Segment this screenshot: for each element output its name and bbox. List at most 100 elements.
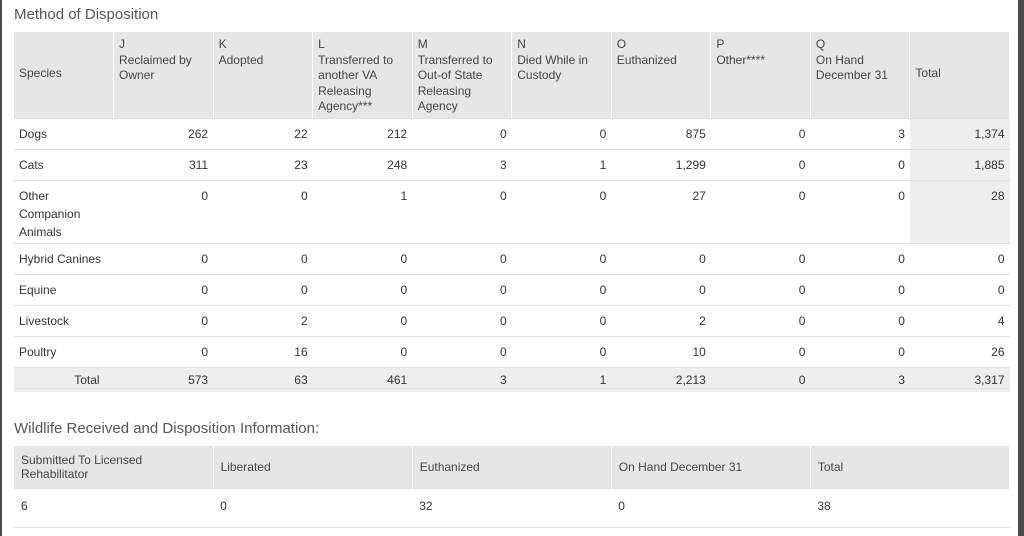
value-cell: 0 (213, 488, 413, 523)
value-cell: 0 (511, 117, 612, 149)
value-cell: 0 (810, 335, 910, 367)
value-cell: 0 (113, 273, 214, 305)
value-cell: 0 (412, 273, 512, 305)
row-total-cell: 4 (909, 304, 1010, 336)
value-cell: 0 (710, 117, 811, 149)
value-cell: 0 (511, 273, 612, 305)
value-cell: 0 (611, 242, 711, 274)
value-cell: 262 (113, 117, 214, 149)
row-total-cell: 0 (909, 273, 1010, 305)
value-cell: 0 (213, 273, 313, 305)
column-header-reclaimed: J Reclaimed by Owner (113, 32, 214, 118)
column-header-total: Total (810, 446, 1011, 489)
value-cell: 0 (113, 242, 214, 274)
value-cell: 2 (213, 304, 313, 336)
table-row: 6 0 32 0 38 (14, 488, 1010, 523)
value-cell: 0 (113, 304, 214, 336)
disposition-header-row: Species J Reclaimed by Owner K Adopted L Tr… (14, 32, 1010, 118)
window-edge-left (0, 0, 2, 536)
value-cell: 875 (611, 117, 711, 149)
value-cell: 3 (412, 148, 512, 180)
value-cell: 0 (710, 335, 811, 367)
row-total-cell: 28 (909, 179, 1010, 243)
value-cell: 311 (113, 148, 214, 180)
value-cell: 0 (412, 242, 512, 274)
column-header-transferred-va: L Transferred to another VA Releasing Age… (312, 32, 413, 118)
column-header-other: P Other**** (710, 32, 811, 118)
value-cell: 2 (611, 304, 711, 336)
wildlife-section-title: Wildlife Received and Disposition Inform… (14, 420, 320, 437)
value-cell: 0 (810, 148, 910, 180)
value-cell: 0 (810, 242, 910, 274)
value-cell: 3 (810, 117, 910, 149)
value-cell: 22 (213, 117, 313, 149)
column-header-species: Species (14, 32, 115, 118)
value-cell: 0 (113, 335, 214, 367)
value-cell: 248 (312, 148, 413, 180)
wildlife-header-row: Submitted To Licensed Rehabilitator Libe… (14, 446, 1011, 489)
value-cell: 0 (511, 242, 612, 274)
column-header-on-hand: On Hand December 31 (611, 446, 811, 489)
species-cell: Livestock (14, 304, 114, 336)
value-cell: 0 (312, 304, 413, 336)
section-divider (14, 527, 1010, 528)
table-row: Livestock 0 2 0 0 0 2 0 0 4 (14, 304, 1010, 336)
value-cell: 0 (710, 304, 811, 336)
value-cell: 0 (810, 273, 910, 305)
value-cell: 32 (412, 488, 612, 523)
value-cell: 0 (412, 179, 512, 243)
column-header-adopted: K Adopted (213, 32, 314, 118)
row-total-cell: 0 (909, 242, 1010, 274)
value-cell: 0 (213, 179, 313, 243)
column-header-transferred-out-of-state: M Transferred to Out-of State Releasing A… (412, 32, 513, 118)
column-header-euthanized: O Euthanized (611, 32, 712, 118)
value-cell: 0 (810, 304, 910, 336)
value-cell: 27 (611, 179, 711, 243)
value-cell: 0 (412, 117, 512, 149)
wildlife-table: Submitted To Licensed Rehabilitator Libe… (14, 446, 1011, 523)
value-cell: 1 (312, 179, 413, 243)
table-row: Cats 311 23 248 3 1 1,299 0 0 1,885 (14, 148, 1010, 180)
table-row: Other Companion Animals 0 0 1 0 0 27 0 0… (14, 179, 1010, 243)
species-cell: Cats (14, 148, 114, 180)
value-cell: 212 (312, 117, 413, 149)
value-cell: 23 (213, 148, 313, 180)
row-total-cell: 1,885 (909, 148, 1010, 180)
value-cell: 0 (511, 304, 612, 336)
value-cell: 0 (412, 335, 512, 367)
value-cell: 16 (213, 335, 313, 367)
value-cell: 6 (14, 488, 214, 523)
column-header-rehabilitator: Submitted To Licensed Rehabilitator (14, 446, 214, 489)
table-row: Equine 0 0 0 0 0 0 0 0 0 (14, 273, 1010, 305)
disposition-section-title: Method of Disposition (14, 6, 159, 23)
species-cell: Other Companion Animals (14, 179, 114, 243)
species-cell: Equine (14, 273, 114, 305)
value-cell: 10 (611, 335, 711, 367)
table-row: Poultry 0 16 0 0 0 10 0 0 26 (14, 335, 1010, 367)
row-total-cell: 1,374 (909, 117, 1010, 149)
value-cell: 0 (710, 148, 811, 180)
value-cell: 0 (710, 242, 811, 274)
value-cell: 0 (611, 488, 811, 523)
column-header-on-hand: Q On Hand December 31 (810, 32, 911, 118)
value-cell: 0 (312, 335, 413, 367)
column-header-euthanized: Euthanized (412, 446, 612, 489)
value-cell: 0 (710, 179, 811, 243)
column-header-liberated: Liberated (213, 446, 413, 489)
species-cell: Poultry (14, 335, 114, 367)
table-row: Dogs 262 22 212 0 0 875 0 3 1,374 (14, 117, 1010, 149)
species-cell: Dogs (14, 117, 114, 149)
value-cell: 0 (312, 242, 413, 274)
value-cell: 0 (710, 273, 811, 305)
row-total-cell: 26 (909, 335, 1010, 367)
value-cell: 0 (511, 335, 612, 367)
value-cell: 38 (810, 488, 1010, 523)
value-cell: 0 (312, 273, 413, 305)
value-cell: 0 (511, 179, 612, 243)
disposition-table: Species J Reclaimed by Owner K Adopted L Tr… (14, 32, 1010, 392)
species-cell: Hybrid Canines (14, 242, 114, 274)
value-cell: 0 (412, 304, 512, 336)
value-cell: 0 (113, 179, 214, 243)
column-header-total: Total (909, 32, 1010, 118)
section-divider (14, 388, 1010, 389)
